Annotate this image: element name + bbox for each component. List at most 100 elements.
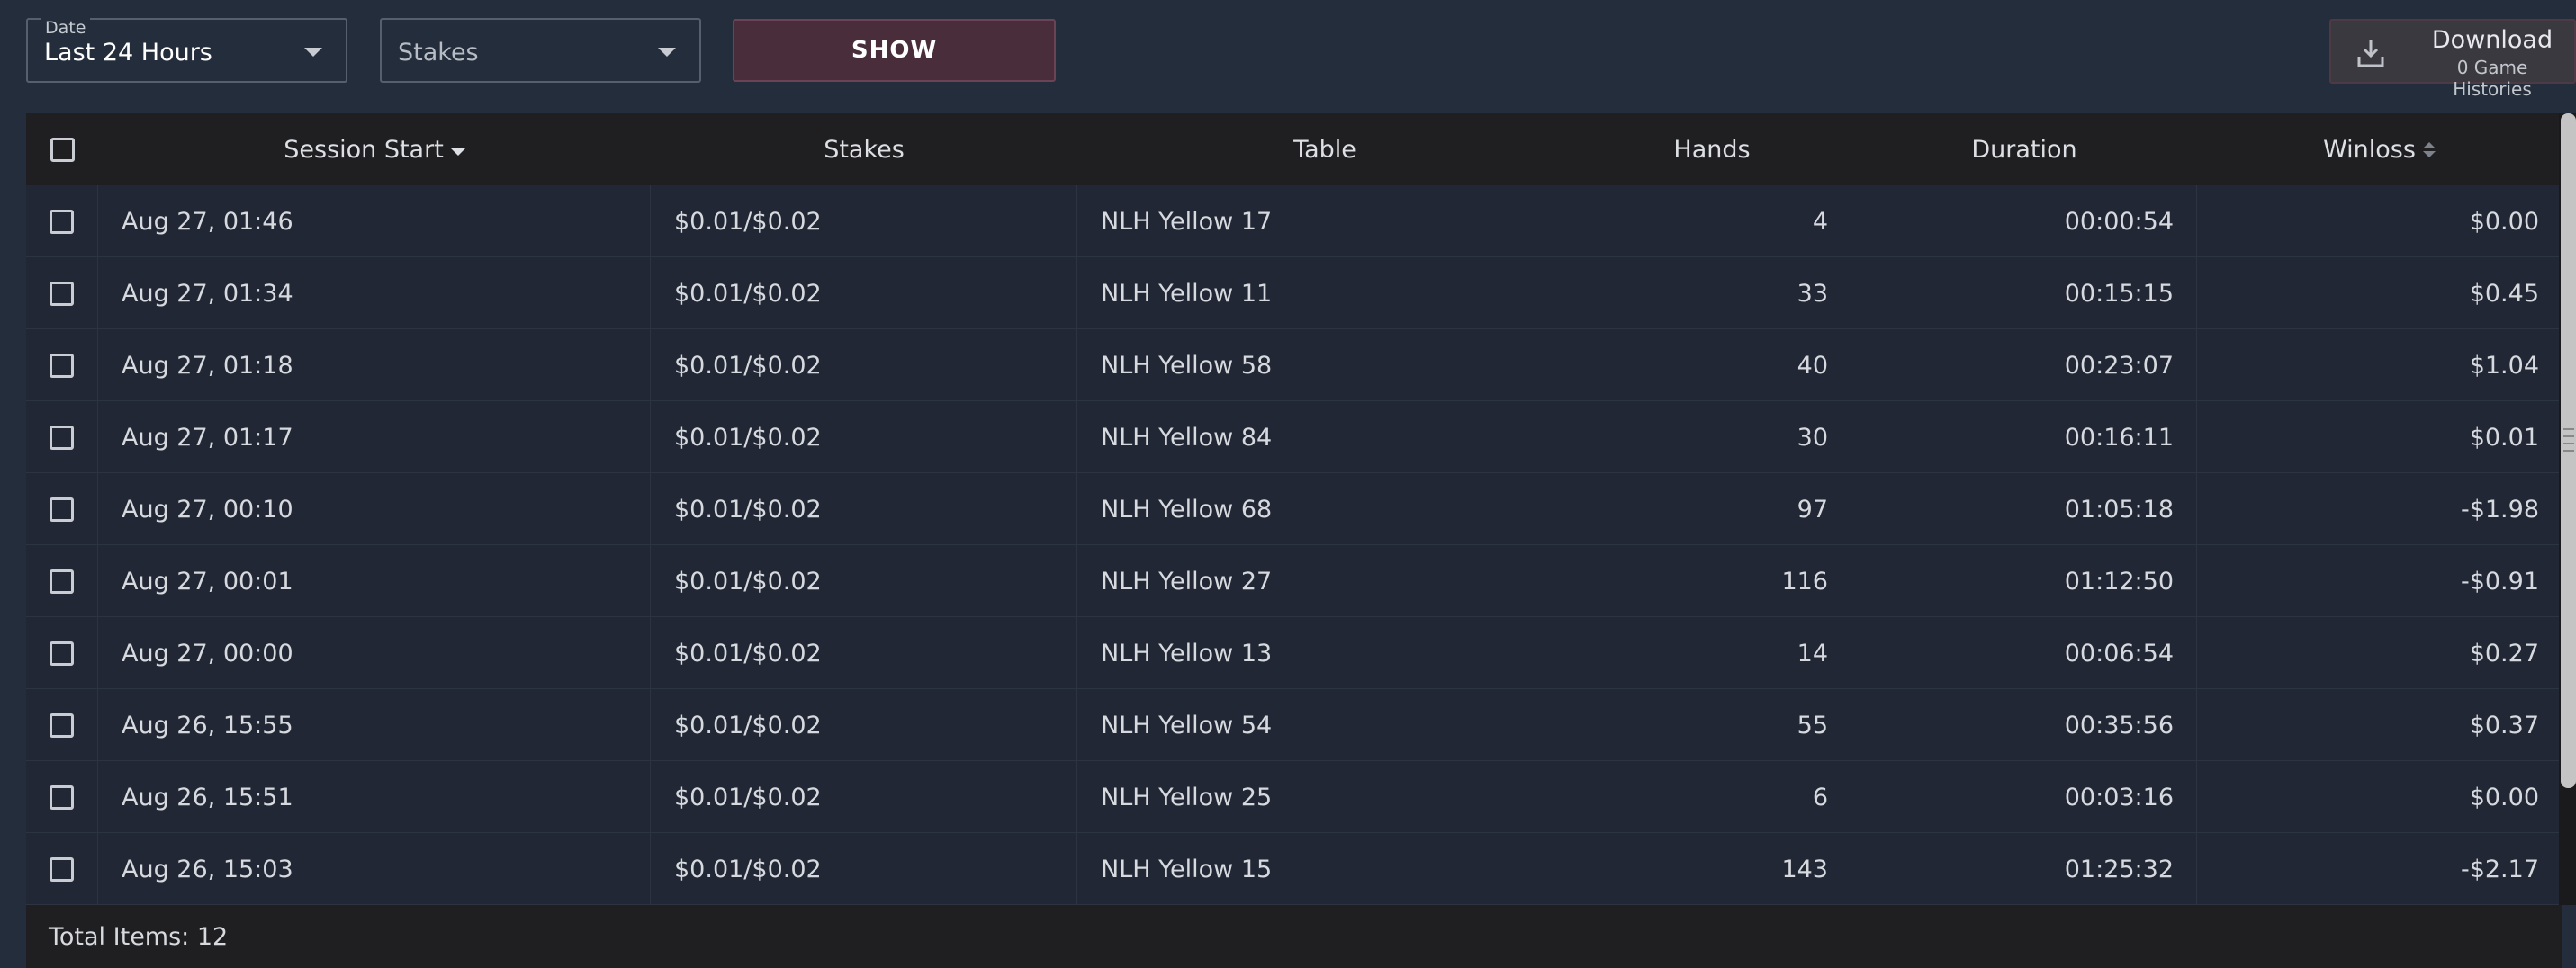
session-start-cell: Aug 27, 00:01 <box>98 545 651 617</box>
session-start-value: Aug 27, 00:10 <box>122 495 293 524</box>
date-select[interactable]: Date Last 24 Hours <box>26 17 347 83</box>
table-name-value: NLH Yellow 68 <box>1101 495 1273 524</box>
hands-value: 30 <box>1797 423 1828 452</box>
winloss-value: $0.45 <box>2469 279 2539 308</box>
table-row[interactable]: Aug 27, 00:00 $0.01/$0.02 NLH Yellow 13 14 0… <box>26 617 2562 689</box>
chevron-down-icon <box>304 48 322 57</box>
stakes-cell: $0.01/$0.02 <box>651 545 1077 617</box>
duration-value: 00:23:07 <box>2064 351 2174 380</box>
table-row[interactable]: Aug 26, 15:03 $0.01/$0.02 NLH Yellow 15 143… <box>26 833 2562 905</box>
row-checkbox[interactable] <box>50 353 74 378</box>
stakes-value: $0.01/$0.02 <box>674 351 822 380</box>
winloss-value: -$2.17 <box>2460 855 2539 883</box>
duration-value: 00:15:15 <box>2064 279 2174 308</box>
row-select-cell <box>26 401 98 473</box>
winloss-cell: -$0.91 <box>2197 545 2562 617</box>
column-header-winloss[interactable]: Winloss <box>2197 113 2562 185</box>
row-checkbox[interactable] <box>50 209 74 234</box>
winloss-value: $0.00 <box>2469 207 2539 236</box>
hands-value: 55 <box>1797 711 1828 739</box>
duration-cell: 00:23:07 <box>1851 329 2197 401</box>
row-checkbox[interactable] <box>50 641 74 666</box>
table-row[interactable]: Aug 27, 01:34 $0.01/$0.02 NLH Yellow 11 33 0… <box>26 257 2562 329</box>
winloss-value: $0.37 <box>2469 711 2539 739</box>
stakes-select[interactable]: Stakes <box>380 18 701 83</box>
duration-value: 00:16:11 <box>2064 423 2174 452</box>
table-name-value: NLH Yellow 15 <box>1101 855 1273 883</box>
duration-cell: 00:16:11 <box>1851 401 2197 473</box>
winloss-value: $0.27 <box>2469 639 2539 668</box>
select-all-checkbox[interactable] <box>50 137 75 162</box>
row-checkbox[interactable] <box>50 569 74 594</box>
session-start-cell: Aug 27, 01:17 <box>98 401 651 473</box>
hands-cell: 33 <box>1572 257 1851 329</box>
stakes-select-placeholder: Stakes <box>398 39 479 67</box>
table-footer: Total Items: 12 <box>26 905 2562 968</box>
stakes-cell: $0.01/$0.02 <box>651 473 1077 545</box>
column-header-table[interactable]: Table <box>1077 113 1572 185</box>
table-name-cell: NLH Yellow 25 <box>1077 761 1572 833</box>
scroll-grip-line <box>2563 428 2574 430</box>
duration-cell: 01:05:18 <box>1851 473 2197 545</box>
column-header-session-start[interactable]: Session Start <box>98 113 651 185</box>
session-start-value: Aug 27, 01:17 <box>122 423 293 452</box>
table-row[interactable]: Aug 27, 00:10 $0.01/$0.02 NLH Yellow 68 97 0… <box>26 473 2562 545</box>
table-header: Session Start Stakes Table Hands Duratio… <box>26 113 2562 185</box>
column-header-table-label: Table <box>1293 135 1356 164</box>
column-header-duration[interactable]: Duration <box>1851 113 2197 185</box>
hands-cell: 40 <box>1572 329 1851 401</box>
hands-cell: 14 <box>1572 617 1851 689</box>
table-name-cell: NLH Yellow 27 <box>1077 545 1572 617</box>
duration-value: 01:25:32 <box>2064 855 2174 883</box>
column-header-hands[interactable]: Hands <box>1572 113 1851 185</box>
row-checkbox[interactable] <box>50 713 74 738</box>
hands-cell: 6 <box>1572 761 1851 833</box>
table-name-cell: NLH Yellow 58 <box>1077 329 1572 401</box>
total-items-label: Total Items: 12 <box>49 922 229 951</box>
table-row[interactable]: Aug 27, 00:01 $0.01/$0.02 NLH Yellow 27 116… <box>26 545 2562 617</box>
row-checkbox[interactable] <box>50 856 74 882</box>
table-body: Aug 27, 01:46 $0.01/$0.02 NLH Yellow 17 4 00… <box>26 185 2562 905</box>
session-start-cell: Aug 27, 00:10 <box>98 473 651 545</box>
table-row[interactable]: Aug 27, 01:17 $0.01/$0.02 NLH Yellow 84 30 0… <box>26 401 2562 473</box>
winloss-cell: $0.27 <box>2197 617 2562 689</box>
table-row[interactable]: Aug 26, 15:51 $0.01/$0.02 NLH Yellow 25 6 00… <box>26 761 2562 833</box>
session-start-value: Aug 27, 01:46 <box>122 207 293 236</box>
table-row[interactable]: Aug 26, 15:55 $0.01/$0.02 NLH Yellow 54 55 0… <box>26 689 2562 761</box>
table-name-value: NLH Yellow 25 <box>1101 783 1273 811</box>
table-row[interactable]: Aug 27, 01:46 $0.01/$0.02 NLH Yellow 17 4 00… <box>26 185 2562 257</box>
hands-cell: 55 <box>1572 689 1851 761</box>
column-header-stakes-label: Stakes <box>824 135 905 164</box>
hands-value: 40 <box>1797 351 1828 380</box>
stakes-cell: $0.01/$0.02 <box>651 401 1077 473</box>
hands-cell: 30 <box>1572 401 1851 473</box>
duration-value: 01:12:50 <box>2064 567 2174 596</box>
winloss-cell: $0.37 <box>2197 689 2562 761</box>
session-start-value: Aug 27, 00:01 <box>122 567 293 596</box>
duration-value: 00:00:54 <box>2064 207 2174 236</box>
scroll-grip-line <box>2563 450 2574 452</box>
row-select-cell <box>26 833 98 905</box>
column-header-stakes[interactable]: Stakes <box>651 113 1077 185</box>
session-start-cell: Aug 27, 01:34 <box>98 257 651 329</box>
download-button[interactable]: Download 0 Game Histories <box>2329 19 2576 100</box>
row-checkbox[interactable] <box>50 281 74 306</box>
row-select-cell <box>26 689 98 761</box>
duration-value: 00:03:16 <box>2064 783 2174 811</box>
duration-cell: 00:15:15 <box>1851 257 2197 329</box>
stakes-cell: $0.01/$0.02 <box>651 689 1077 761</box>
row-select-cell <box>26 617 98 689</box>
session-start-value: Aug 26, 15:03 <box>122 855 293 883</box>
table-name-value: NLH Yellow 13 <box>1101 639 1273 668</box>
row-select-cell <box>26 185 98 257</box>
row-checkbox[interactable] <box>50 497 74 522</box>
winloss-cell: $0.01 <box>2197 401 2562 473</box>
hands-cell: 143 <box>1572 833 1851 905</box>
table-row[interactable]: Aug 27, 01:18 $0.01/$0.02 NLH Yellow 58 40 0… <box>26 329 2562 401</box>
winloss-cell: $1.04 <box>2197 329 2562 401</box>
show-button[interactable]: SHOW <box>733 19 1056 82</box>
stakes-cell: $0.01/$0.02 <box>651 617 1077 689</box>
download-icon <box>2357 40 2384 67</box>
row-checkbox[interactable] <box>50 784 74 810</box>
row-checkbox[interactable] <box>50 425 74 450</box>
